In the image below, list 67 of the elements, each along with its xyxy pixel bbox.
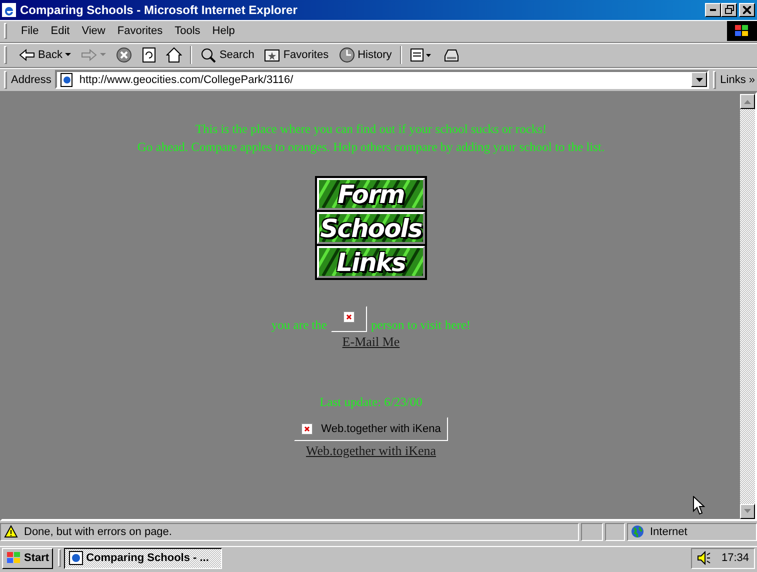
history-button[interactable]: History (334, 44, 396, 66)
warning-icon (4, 525, 18, 538)
minimize-icon (710, 8, 716, 10)
status-panel (581, 522, 603, 541)
menu-item[interactable]: Edit (44, 25, 76, 38)
badge-link[interactable]: Web.together with iKena (306, 443, 436, 460)
restore-icon (724, 5, 734, 14)
mouse-pointer-icon (693, 496, 705, 515)
scroll-down-button[interactable] (740, 504, 755, 519)
refresh-icon (142, 47, 156, 64)
clock-text: 17:34 (721, 552, 749, 564)
windows-flag-icon (6, 551, 22, 566)
nav-button[interactable]: Form (317, 178, 425, 210)
last-update-text: Last update: 6/23/00 (320, 394, 422, 412)
address-label: Address (11, 74, 52, 86)
intro-text: Go ahead. Compare apples to oranges. Help others compare by adding your school to the list. (137, 139, 605, 156)
menu-item[interactable]: Help (206, 25, 241, 38)
mail-icon (410, 47, 432, 64)
window-title: Comparing Schools - Microsoft Internet Explorer (20, 2, 298, 16)
printer-icon (442, 47, 460, 64)
security-zone-text: Internet (650, 526, 688, 538)
search-icon (200, 47, 216, 64)
stop-icon (116, 47, 132, 64)
close-icon (743, 6, 751, 14)
broken-image-icon (301, 423, 314, 436)
start-button[interactable]: Start (2, 548, 54, 569)
menu-item[interactable]: View (76, 25, 112, 38)
menu-item[interactable]: Favorites (111, 25, 169, 38)
windows-flag-icon (727, 21, 757, 42)
menu-item[interactable]: File (15, 25, 45, 38)
links-button[interactable]: Links » (720, 74, 757, 86)
email-link[interactable]: E-Mail Me (342, 334, 400, 350)
status-panel (605, 522, 625, 541)
caret-icon (696, 78, 703, 82)
page-icon (60, 72, 74, 87)
ie-logo-icon (2, 2, 16, 16)
back-arrow-icon (19, 49, 35, 62)
search-button[interactable]: Search (196, 44, 258, 66)
down-arrow-icon (744, 509, 751, 514)
speaker-icon (697, 551, 712, 566)
maximize-button[interactable] (721, 2, 737, 16)
dropdown-caret-icon (65, 53, 72, 58)
close-button[interactable] (739, 2, 755, 16)
image-alt-text: Web.together with iKena (321, 423, 441, 436)
intro-text: This is the place where you can find out if your school sucks or rocks! (195, 121, 547, 138)
scroll-up-button[interactable] (740, 94, 755, 110)
nav-button[interactable]: Schools (317, 212, 425, 244)
nav-button[interactable]: Links (317, 246, 425, 278)
menu-item[interactable]: Tools (168, 25, 206, 38)
vertical-scrollbar[interactable] (740, 94, 755, 519)
status-text: Done, but with errors on page. (24, 526, 172, 538)
counter-text: person to visit here! (370, 317, 471, 334)
globe-icon (631, 525, 644, 538)
up-arrow-icon (744, 100, 751, 104)
ie-logo-icon (69, 551, 84, 566)
history-icon (338, 47, 355, 64)
back-button[interactable]: Back (15, 44, 76, 66)
counter-text: you are the (271, 317, 327, 334)
taskbar-button[interactable]: Comparing Schools - ... (64, 548, 222, 569)
broken-image-icon (342, 311, 355, 324)
home-icon (166, 47, 182, 64)
address-dropdown-button[interactable] (691, 72, 708, 88)
address-field[interactable]: http://www.geocities.com/CollegePark/3116/ (55, 70, 710, 90)
favorites-button[interactable]: Favorites (260, 44, 333, 66)
forward-arrow-icon (81, 49, 98, 62)
minimize-button[interactable] (705, 2, 721, 16)
dropdown-caret-icon (100, 53, 106, 58)
